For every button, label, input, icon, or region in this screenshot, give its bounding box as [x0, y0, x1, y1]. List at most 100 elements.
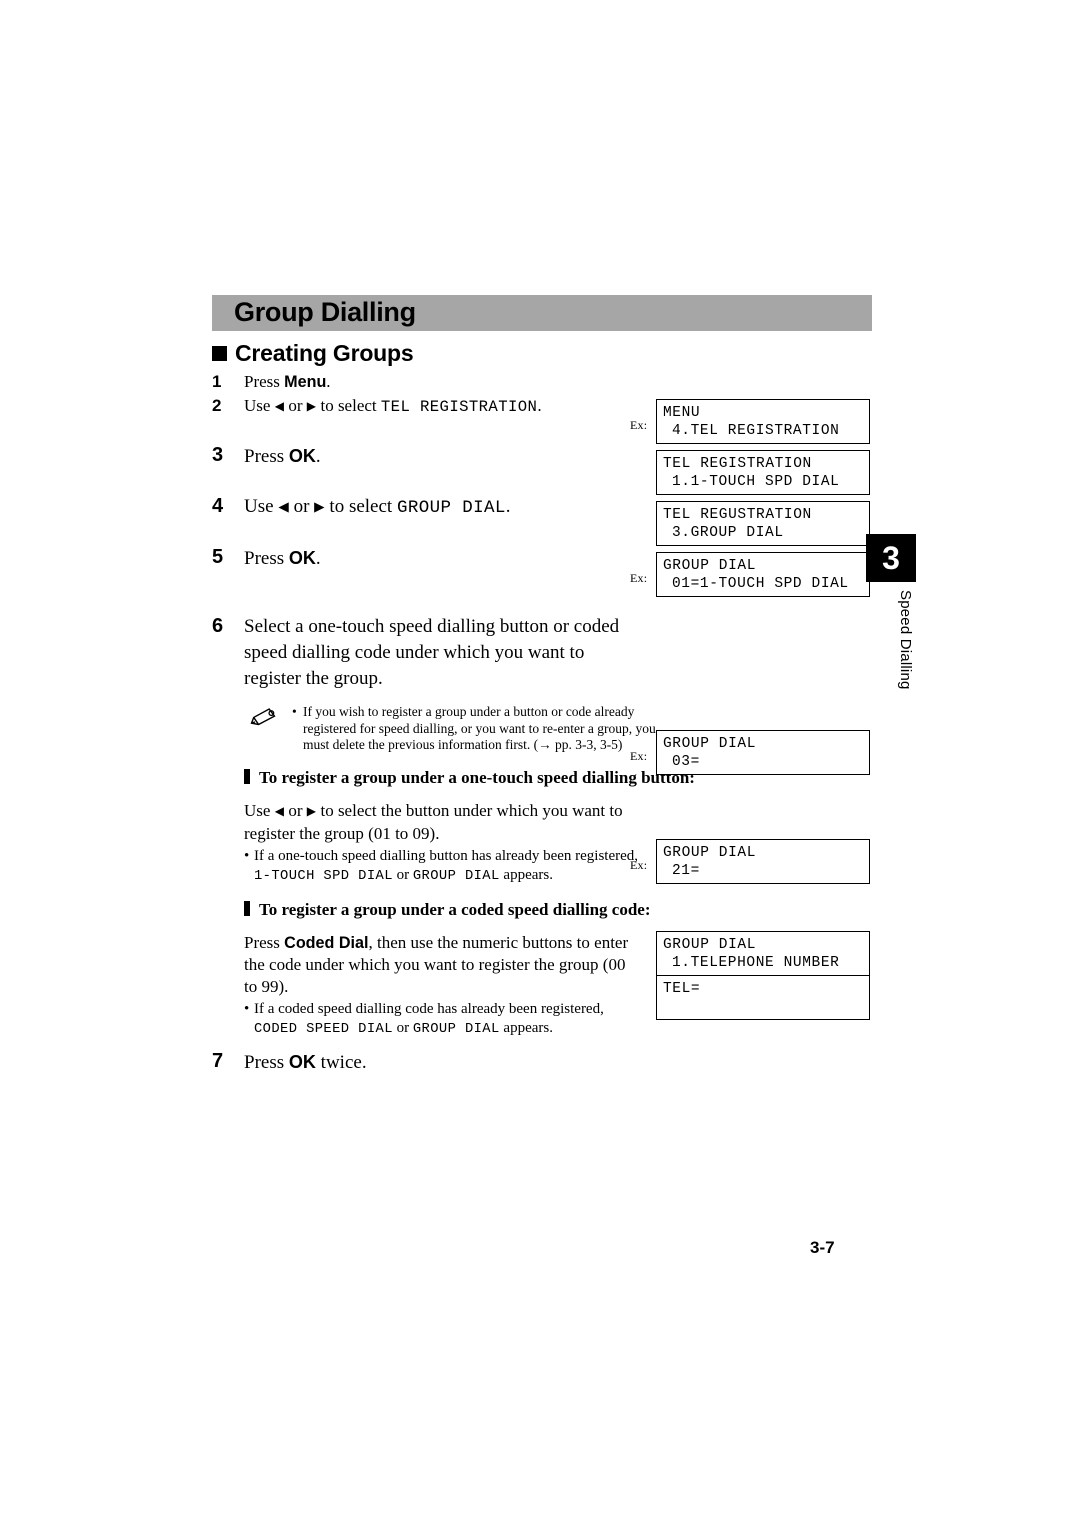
step-3-key: OK [288, 446, 316, 466]
step-7-number: 7 [212, 1049, 224, 1072]
lcd-screen-tel-registration-1touch: TEL REGISTRATION 1.1-TOUCH SPD DIAL [656, 450, 870, 495]
ex-label-menu-tel-registration: Ex: [630, 418, 648, 432]
one-touch-mid: or [284, 800, 307, 820]
chapter-number: 3 [882, 539, 900, 576]
lcd-screen-group-dial-21: GROUP DIAL 21= [656, 839, 870, 884]
step-4-pre: Use [244, 496, 279, 517]
step-6-text: Select a one-touch speed dialling button… [244, 616, 620, 689]
step-2-pre: Use [244, 396, 275, 415]
arrow-right-icon [314, 496, 325, 517]
lcd-screen-tel-regustration-group: TEL REGUSTRATION 3.GROUP DIAL [656, 501, 870, 546]
step-1: 1 Press Menu. [212, 370, 632, 394]
step-3-post: . [315, 446, 321, 467]
lcd-line-1: GROUP DIAL [663, 558, 757, 574]
step-5-key: OK [288, 548, 316, 568]
page-title: Group Dialling [234, 297, 416, 327]
arrow-left-icon [278, 496, 289, 517]
step-2-mid2: to select [316, 396, 381, 415]
arrow-left-icon [275, 801, 284, 820]
note-block: If you wish to register a group under a … [244, 704, 664, 754]
coded-pre: Press [244, 932, 285, 952]
one-touch-note-lcd1: 1-TOUCH SPD DIAL [254, 868, 393, 884]
step-3-number: 3 [212, 444, 224, 466]
step-7-text: Press OK twice. [244, 1052, 367, 1073]
coded-note-post: appears. [499, 1019, 553, 1036]
subheading-coded: To register a group under a coded speed … [244, 900, 651, 920]
step-7-post: twice. [315, 1051, 367, 1073]
step-4-post: . [505, 496, 511, 517]
step-5: 5 Press OK. [212, 545, 632, 572]
step-2-post: . [537, 396, 542, 415]
square-bullet-icon [212, 346, 227, 361]
lcd-line-2: 03= [672, 754, 700, 770]
ex-label-group-dial-03: Ex: [630, 749, 648, 763]
lcd-screen-menu-tel-registration: MENU 4.TEL REGISTRATION [656, 399, 870, 444]
lcd-line-2: 4.TEL REGISTRATION [672, 423, 840, 439]
arrow-right-icon [307, 801, 316, 820]
step-6-number: 6 [212, 615, 224, 637]
lcd-line-2: 01=1-TOUCH SPD DIAL [672, 576, 849, 592]
step-7-key: OK [288, 1051, 316, 1072]
manual-page: Group Dialling Creating Groups 1 Press M… [0, 0, 1080, 1528]
step-5-post: . [315, 548, 321, 569]
step-3-text: Press OK. [244, 446, 321, 467]
bar-bullet-icon [244, 768, 250, 784]
subheading-one-touch-label: To register a group under a one-touch sp… [259, 767, 695, 787]
step-4-number: 4 [212, 495, 224, 517]
section-heading: Creating Groups [212, 340, 414, 367]
one-touch-note-or: or [392, 866, 413, 883]
arrow-right-icon [307, 396, 316, 415]
section-heading-label: Creating Groups [235, 340, 414, 366]
step-4-mid: or [288, 496, 315, 517]
step-5-pre: Press [244, 548, 289, 569]
step-2-mid: or [284, 396, 307, 415]
step-5-text: Press OK. [244, 548, 321, 569]
arrow-left-icon [275, 396, 284, 415]
step-2-lcd-text: TEL REGISTRATION [380, 398, 538, 416]
lcd-screen-tel-equals: TEL= [656, 975, 870, 1020]
note-text: If you wish to register a group under a … [292, 704, 664, 754]
one-touch-note-pre: If a one-touch speed dialling button has… [254, 847, 639, 864]
one-touch-pre: Use [244, 800, 275, 820]
step-4-mid2: to select [324, 496, 397, 517]
subheading-one-touch: To register a group under a one-touch sp… [244, 768, 695, 788]
step-1-key: Menu [284, 373, 327, 391]
lcd-line-2: 21= [672, 863, 700, 879]
lcd-line-2: 3.GROUP DIAL [672, 525, 784, 541]
coded-note-pre: If a coded speed dialling code has alrea… [254, 1000, 604, 1017]
page-number: 3-7 [810, 1238, 835, 1257]
chapter-label: Speed Dialling [897, 590, 914, 690]
step-4-text: Use or to select GROUP DIAL. [244, 496, 511, 518]
step-3: 3 Press OK. [212, 443, 632, 470]
coded-note-or: or [392, 1019, 413, 1036]
one-touch-paragraph: Use or to select the button under which … [244, 800, 632, 845]
step-7: 7 Press OK twice. [212, 1049, 632, 1076]
lcd-screen-group-dial-telephone-number: GROUP DIAL 1.TELEPHONE NUMBER [656, 931, 870, 976]
bar-bullet-icon [244, 900, 250, 916]
lcd-line-1: GROUP DIAL [663, 937, 757, 953]
lcd-line-1: MENU [663, 405, 701, 421]
step-1-text: Press Menu. [244, 372, 331, 391]
chapter-tab: 3 [866, 534, 916, 582]
step-2-number: 2 [212, 396, 222, 415]
lcd-screen-group-dial-01: GROUP DIAL 01=1-TOUCH SPD DIAL [656, 552, 870, 597]
lcd-line-1: GROUP DIAL [663, 845, 757, 861]
lcd-line-1: TEL REGISTRATION [663, 456, 812, 472]
lcd-line-1: TEL= [663, 981, 701, 997]
ex-label-group-dial-01: Ex: [630, 571, 648, 585]
step-6: 6 Select a one-touch speed dialling butt… [212, 614, 632, 692]
step-7-pre: Press [244, 1051, 289, 1073]
step-1-pre: Press [244, 372, 285, 391]
lcd-line-2: 1.1-TOUCH SPD DIAL [672, 474, 840, 490]
one-touch-note-post: appears. [499, 866, 553, 883]
step-3-pre: Press [244, 446, 289, 467]
page-title-banner: Group Dialling [212, 295, 872, 331]
coded-note: If a coded speed dialling code has alrea… [244, 1000, 646, 1039]
step-2: 2 Use or to select TEL REGISTRATION. [212, 394, 632, 419]
